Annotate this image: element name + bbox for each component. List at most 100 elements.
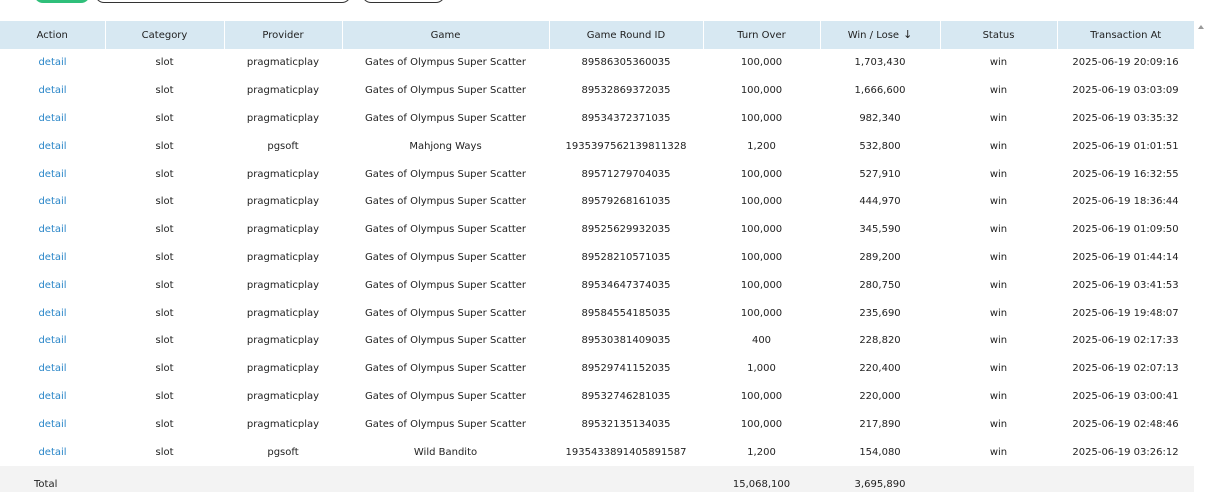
total-empty-cell: [1057, 465, 1194, 492]
column-header-transaction-at[interactable]: Transaction At: [1057, 21, 1194, 49]
game-round-id-cell: 89579268161035: [581, 196, 671, 208]
status-cell: win: [989, 224, 1008, 236]
provider-cell: pragmaticplay: [246, 224, 320, 236]
column-header-action[interactable]: Action: [0, 21, 106, 49]
column-header-win-lose[interactable]: Win / Lose ↓: [820, 21, 941, 49]
win-lose-cell: 220,400: [859, 363, 901, 375]
table-row: detail slot pragmaticplay Gates of Olympus …: [0, 383, 1194, 411]
action-cell: detail: [0, 355, 105, 383]
action-cell: detail: [0, 160, 105, 188]
detail-link[interactable]: detail: [38, 308, 66, 319]
win-lose-cell: 1,666,600: [854, 85, 906, 97]
provider-cell: pragmaticplay: [246, 251, 320, 263]
turn-over-cell: 100,000: [740, 279, 783, 291]
detail-link[interactable]: detail: [38, 335, 66, 346]
transaction-at-cell: 2025-06-19 02:48:46: [1072, 418, 1179, 430]
turn-over-cell: 1,200: [747, 140, 776, 152]
detail-link[interactable]: detail: [38, 169, 66, 180]
game-round-id-cell: 1935397562139811328: [565, 140, 687, 152]
category-cell: slot: [155, 307, 174, 319]
column-header-category[interactable]: Category: [105, 21, 225, 49]
total-empty-cell: [224, 465, 342, 492]
column-header-game[interactable]: Game: [342, 21, 550, 49]
win-lose-cell: 345,590: [859, 224, 901, 236]
column-header-turn-over[interactable]: Turn Over: [703, 21, 821, 49]
detail-link[interactable]: detail: [38, 280, 66, 291]
table-row: detail slot pgsoft Mahjong Ways 193539756213…: [0, 132, 1194, 160]
detail-link[interactable]: detail: [38, 391, 66, 402]
top-controls: [0, 0, 1227, 4]
detail-link[interactable]: detail: [38, 141, 66, 152]
arrow-down-icon[interactable]: ↓: [903, 29, 912, 40]
total-label: Total: [0, 465, 105, 492]
turn-over-cell: 400: [751, 335, 772, 347]
category-cell: slot: [155, 335, 174, 347]
column-header-provider[interactable]: Provider: [224, 21, 343, 49]
table-row: detail slot pragmaticplay Gates of Olympus …: [0, 188, 1194, 216]
category-cell: slot: [155, 140, 174, 152]
detail-link[interactable]: detail: [38, 419, 66, 430]
provider-cell: pragmaticplay: [246, 363, 320, 375]
game-cell: Gates of Olympus Super Scatter: [364, 363, 527, 375]
scroll-up-arrow-icon[interactable]: [1196, 22, 1206, 32]
column-header-status[interactable]: Status: [940, 21, 1058, 49]
filter-input[interactable]: [95, 0, 351, 3]
detail-link[interactable]: detail: [38, 196, 66, 207]
provider-cell: pragmaticplay: [246, 418, 320, 430]
table-row: detail slot pragmaticplay Gates of Olympus …: [0, 244, 1194, 272]
status-cell: win: [989, 279, 1008, 291]
action-cell: detail: [0, 271, 105, 299]
transaction-at-cell: 2025-06-19 02:17:33: [1072, 335, 1179, 347]
game-round-id-cell: 89532746281035: [581, 390, 671, 402]
status-cell: win: [989, 446, 1008, 458]
action-cell: detail: [0, 383, 105, 411]
detail-link[interactable]: detail: [38, 113, 66, 124]
provider-cell: pragmaticplay: [246, 307, 320, 319]
action-cell: detail: [0, 77, 105, 105]
status-cell: win: [989, 307, 1008, 319]
game-cell: Gates of Olympus Super Scatter: [364, 307, 527, 319]
table-row: detail slot pragmaticplay Gates of Olympus …: [0, 271, 1194, 299]
win-lose-cell: 1,703,430: [854, 57, 906, 69]
game-cell: Gates of Olympus Super Scatter: [364, 390, 527, 402]
game-cell: Gates of Olympus Super Scatter: [364, 196, 527, 208]
transaction-at-cell: 2025-06-19 19:48:07: [1072, 307, 1179, 319]
provider-cell: pragmaticplay: [246, 335, 320, 347]
category-cell: slot: [155, 446, 174, 458]
primary-button[interactable]: [34, 0, 90, 3]
game-cell: Gates of Olympus Super Scatter: [364, 168, 527, 180]
turn-over-cell: 100,000: [740, 224, 783, 236]
total-empty-cell: [342, 465, 549, 492]
status-cell: win: [989, 140, 1008, 152]
column-header-game-round-id[interactable]: Game Round ID: [549, 21, 704, 49]
game-round-id-cell: 1935433891405891587: [565, 446, 687, 458]
table-body: detail slot pragmaticplay Gates of Olympus …: [0, 49, 1194, 466]
detail-link[interactable]: detail: [38, 447, 66, 458]
category-cell: slot: [155, 85, 174, 97]
transaction-at-cell: 2025-06-19 03:26:12: [1072, 446, 1179, 458]
status-cell: win: [989, 251, 1008, 263]
category-cell: slot: [155, 224, 174, 236]
win-lose-cell: 982,340: [859, 112, 901, 124]
transaction-at-cell: 2025-06-19 20:09:16: [1072, 57, 1179, 69]
detail-link[interactable]: detail: [38, 85, 66, 96]
secondary-button[interactable]: [362, 0, 445, 3]
category-cell: slot: [155, 390, 174, 402]
detail-link[interactable]: detail: [38, 252, 66, 263]
action-cell: detail: [0, 299, 105, 327]
category-cell: slot: [155, 279, 174, 291]
detail-link[interactable]: detail: [38, 57, 66, 68]
detail-link[interactable]: detail: [38, 363, 66, 374]
game-cell: Gates of Olympus Super Scatter: [364, 112, 527, 124]
turn-over-cell: 100,000: [740, 85, 783, 97]
table-header-row: Action Category Provider Game Game Round…: [0, 21, 1194, 49]
transaction-at-cell: 2025-06-19 01:44:14: [1072, 251, 1179, 263]
detail-link[interactable]: detail: [38, 224, 66, 235]
category-cell: slot: [155, 112, 174, 124]
table-row: detail slot pragmaticplay Gates of Olympus …: [0, 105, 1194, 133]
provider-cell: pragmaticplay: [246, 57, 320, 69]
table-row: detail slot pragmaticplay Gates of Olympus …: [0, 299, 1194, 327]
action-cell: detail: [0, 188, 105, 216]
category-cell: slot: [155, 251, 174, 263]
action-cell: detail: [0, 49, 105, 77]
